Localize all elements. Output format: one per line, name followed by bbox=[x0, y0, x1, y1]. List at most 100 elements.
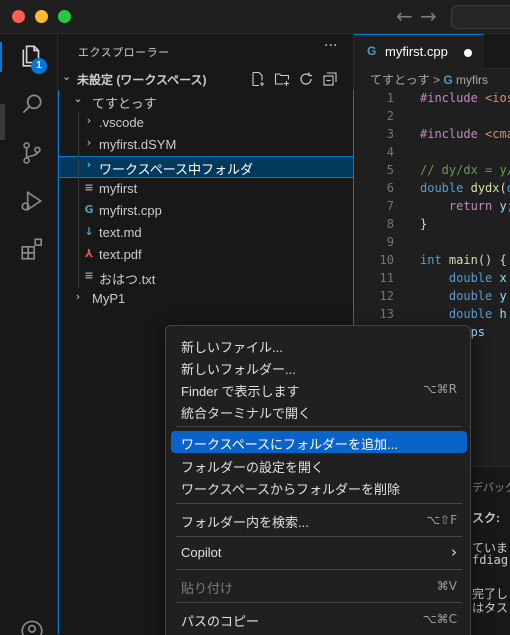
tree-item-ohatsu-txt[interactable]: ≡ おはつ.txt bbox=[58, 266, 354, 288]
menu-item-open-terminal[interactable]: 統合ターミナルで開く bbox=[171, 400, 467, 422]
tab-label: myfirst.cpp bbox=[385, 44, 448, 59]
chevron-down-icon: ⌄ bbox=[62, 70, 72, 83]
code-line[interactable]: 5 // dy/dx = y/ bbox=[354, 162, 510, 180]
menu-item-new-file[interactable]: 新しいファイル... bbox=[171, 334, 467, 356]
line-number: 13 bbox=[379, 307, 394, 321]
breadcrumb: てすとっす > G myfirs bbox=[370, 71, 488, 88]
tree-item-label: てすとっす bbox=[92, 96, 157, 111]
menu-item-copy-path[interactable]: パスのコピー ⌥⌘C bbox=[171, 608, 467, 630]
chevron-right-icon: › bbox=[451, 543, 457, 561]
line-number: 9 bbox=[386, 235, 394, 249]
breadcrumb-folder[interactable]: てすとっす bbox=[370, 73, 430, 87]
code-line[interactable]: 11 double x bbox=[354, 270, 510, 288]
tree-item-vscode[interactable]: › .vscode bbox=[58, 112, 354, 134]
tree-item-text-md[interactable]: ↓ text.md bbox=[58, 222, 354, 244]
explorer-badge: 1 bbox=[31, 58, 47, 74]
pdf-icon: ⅄ bbox=[84, 247, 94, 260]
more-actions-icon[interactable]: ··· bbox=[324, 38, 337, 54]
code-line[interactable]: 13 double h bbox=[354, 306, 510, 324]
workspace-header[interactable]: ⌄ 未設定 (ワークスペース) bbox=[58, 68, 354, 90]
tree-item-myfirst[interactable]: ≡ myfirst bbox=[58, 178, 354, 200]
menu-item-open-folder-settings[interactable]: フォルダーの設定を開く bbox=[171, 454, 467, 476]
code-text: } bbox=[420, 217, 428, 231]
breadcrumb-file[interactable]: myfirs bbox=[456, 73, 488, 87]
chevron-right-icon: › bbox=[86, 136, 92, 149]
cpp-file-icon: G bbox=[443, 73, 453, 87]
search-icon[interactable] bbox=[19, 91, 45, 117]
tree-item-label: text.md bbox=[99, 225, 142, 240]
tree-item-label: ワークスペース中フォルダ bbox=[99, 162, 254, 177]
menu-item-remove-folder[interactable]: ワークスペースからフォルダーを削除 bbox=[171, 476, 467, 498]
menu-item-label: フォルダーの設定を開く bbox=[181, 460, 325, 475]
menu-item-shortcut: ⌘V bbox=[436, 579, 457, 593]
forward-arrow-icon[interactable]: → bbox=[420, 4, 437, 28]
code-text: int main() { bbox=[420, 253, 507, 267]
code-line[interactable]: 10 int main() { bbox=[354, 252, 510, 270]
menu-item-find-in-folder[interactable]: フォルダー内を検索... ⌥⇧F bbox=[171, 509, 467, 531]
extensions-icon[interactable] bbox=[19, 236, 45, 262]
activity-bar: 1 bbox=[0, 34, 58, 635]
menu-item-label: ワークスペースにフォルダーを追加... bbox=[181, 437, 398, 452]
tree-item-tesutossu[interactable]: ⌄ てすとっす bbox=[58, 90, 354, 112]
minimize-window-button[interactable] bbox=[35, 10, 48, 23]
line-number: 4 bbox=[386, 145, 394, 159]
line-number: 6 bbox=[386, 181, 394, 195]
source-control-icon[interactable] bbox=[19, 140, 45, 166]
refresh-icon[interactable] bbox=[298, 71, 314, 87]
code-text: // dy/dx = y/ bbox=[420, 163, 510, 177]
tab-myfirst-cpp[interactable]: G myfirst.cpp bbox=[354, 34, 484, 69]
code-line[interactable]: 1 #include <ios bbox=[354, 90, 510, 108]
maximize-window-button[interactable] bbox=[58, 10, 71, 23]
menu-item-label: ワークスペースからフォルダーを削除 bbox=[181, 482, 401, 497]
tree-item-label: MyP1 bbox=[92, 291, 126, 306]
code-line[interactable]: 12 double y bbox=[354, 288, 510, 306]
new-folder-icon[interactable] bbox=[274, 71, 290, 87]
menu-item-label: 新しいファイル... bbox=[181, 340, 283, 355]
menu-separator bbox=[176, 503, 462, 504]
back-arrow-icon[interactable]: ← bbox=[396, 4, 413, 28]
code-text: double dydx(d bbox=[420, 181, 510, 195]
new-file-icon[interactable] bbox=[250, 71, 266, 87]
code-line[interactable]: 4 bbox=[354, 144, 510, 162]
line-number: 2 bbox=[386, 109, 394, 123]
menu-item-label: 新しいフォルダー... bbox=[181, 362, 296, 377]
command-center-search[interactable] bbox=[451, 5, 510, 29]
menu-item-reveal-in-finder[interactable]: Finder で表示します ⌥⌘R bbox=[171, 378, 467, 400]
tree-item-text-pdf[interactable]: ⅄ text.pdf bbox=[58, 244, 354, 266]
tree-item-label: おはつ.txt bbox=[99, 272, 156, 287]
tree-item-workspace-folder[interactable]: › ワークスペース中フォルダ bbox=[58, 156, 354, 178]
line-number: 5 bbox=[386, 163, 394, 177]
menu-item-shortcut: ⌥⌘R bbox=[422, 382, 457, 396]
active-view-indicator bbox=[0, 42, 2, 72]
run-debug-icon[interactable] bbox=[19, 188, 45, 214]
breadcrumb-separator: > bbox=[432, 73, 440, 87]
menu-item-copilot[interactable]: Copilot › bbox=[171, 542, 467, 564]
terminal-text: スク: bbox=[472, 511, 500, 525]
collapse-all-icon[interactable] bbox=[322, 71, 338, 87]
menu-item-paste: 貼り付け ⌘V bbox=[171, 575, 467, 597]
menu-item-label: 貼り付け bbox=[181, 581, 234, 596]
line-number: 1 bbox=[386, 91, 394, 105]
code-line[interactable]: 6 double dydx(d bbox=[354, 180, 510, 198]
menu-item-new-folder[interactable]: 新しいフォルダー... bbox=[171, 356, 467, 378]
code-line[interactable]: 8} bbox=[354, 216, 510, 234]
line-number: 12 bbox=[379, 289, 394, 303]
terminal-text: はタス bbox=[472, 601, 509, 615]
code-line[interactable]: 7 return y; bbox=[354, 198, 510, 216]
panel-tab-label[interactable]: デバッグ bbox=[472, 479, 510, 495]
menu-item-shortcut: ⌥⌘C bbox=[422, 612, 457, 626]
tree-item-myfirst-cpp[interactable]: G myfirst.cpp bbox=[58, 200, 354, 222]
code-line[interactable]: 3 #include <cma bbox=[354, 126, 510, 144]
menu-item-add-folder-to-workspace[interactable]: ワークスペースにフォルダーを追加... bbox=[171, 431, 467, 453]
code-line[interactable]: 9 bbox=[354, 234, 510, 252]
sidebar-title: エクスプローラー bbox=[78, 47, 170, 59]
menu-separator bbox=[176, 569, 462, 570]
tree-item-myfirst-dsym[interactable]: › myfirst.dSYM bbox=[58, 134, 354, 156]
account-icon[interactable] bbox=[19, 618, 45, 635]
code-line[interactable]: 2 bbox=[354, 108, 510, 126]
tree-item-myp1[interactable]: › MyP1 bbox=[58, 288, 354, 310]
code-text: #include <ios bbox=[420, 91, 510, 105]
close-window-button[interactable] bbox=[12, 10, 25, 23]
menu-item-shortcut: ⌥⇧F bbox=[426, 513, 457, 527]
unsaved-dot-icon[interactable] bbox=[464, 49, 472, 57]
